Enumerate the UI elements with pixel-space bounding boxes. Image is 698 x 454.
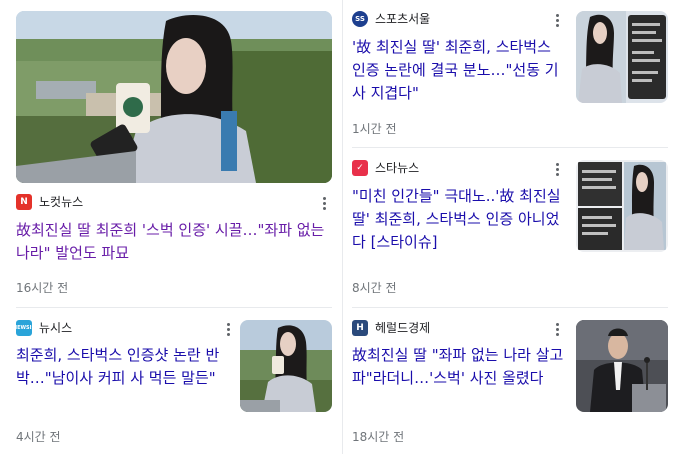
article-5-title[interactable]: 故최진실 딸 "좌파 없는 나라 살고파"라더니…'스벅' 사진 올렸다 xyxy=(352,344,570,390)
article-1-title[interactable]: 故최진실 딸 최준희 '스벅 인증' 시끌…"좌파 없는 나라" 발언도 파묘 xyxy=(16,219,332,265)
article-1-time: 16시간 전 xyxy=(16,281,69,295)
article-4-thumbnail[interactable] xyxy=(576,160,668,252)
divider xyxy=(352,307,668,308)
source-name: 뉴시스 xyxy=(39,321,73,335)
nocut-logo-icon: N xyxy=(16,193,32,210)
source-name: 스포츠서울 xyxy=(375,12,431,26)
starnews-logo-icon: ✓ xyxy=(352,159,368,176)
more-options-icon[interactable] xyxy=(220,321,236,337)
article-4-title[interactable]: "미친 인간들" 극대노..'故 최진실 딸' 최준희, 스타벅스 인증 아니었… xyxy=(352,185,566,254)
article-2-thumbnail[interactable] xyxy=(240,320,332,412)
article-5-source[interactable]: H 헤럴드경제 xyxy=(352,319,430,336)
heraldcorp-logo-icon: H xyxy=(352,319,368,336)
source-name: 노컷뉴스 xyxy=(39,195,84,209)
article-2-title[interactable]: 최준희, 스타벅스 인증샷 논란 반박…"남이사 커피 사 먹든 말든" xyxy=(16,344,230,390)
more-options-icon[interactable] xyxy=(549,321,565,337)
source-name: 헤럴드경제 xyxy=(375,321,431,335)
article-image-hero[interactable] xyxy=(16,11,332,183)
article-4-time: 8시간 전 xyxy=(352,281,397,295)
more-options-icon[interactable] xyxy=(549,161,565,177)
article-1-source[interactable]: N 노컷뉴스 xyxy=(16,193,83,210)
article-2-time: 4시간 전 xyxy=(16,430,61,444)
article-5-thumbnail[interactable] xyxy=(576,320,668,412)
source-name: 스타뉴스 xyxy=(375,161,420,175)
more-options-icon[interactable] xyxy=(549,12,565,28)
article-3-thumbnail[interactable] xyxy=(576,11,668,103)
article-2-source[interactable]: NEWSIS 뉴시스 xyxy=(13,319,73,336)
article-3-time: 1시간 전 xyxy=(352,122,397,136)
sportsseoul-logo-icon: SS xyxy=(352,10,368,27)
article-4-source[interactable]: ✓ 스타뉴스 xyxy=(352,159,419,176)
article-5-time: 18시간 전 xyxy=(352,430,405,444)
divider xyxy=(352,147,668,148)
divider xyxy=(16,307,332,308)
more-options-icon[interactable] xyxy=(316,195,332,211)
column-divider xyxy=(342,0,343,454)
newsis-logo-icon: NEWSIS xyxy=(13,319,35,336)
article-3-source[interactable]: SS 스포츠서울 xyxy=(352,10,430,27)
article-3-title[interactable]: '故 최진실 딸' 최준희, 스타벅스 인증 논란에 결국 분노…"선동 기사 … xyxy=(352,36,564,105)
